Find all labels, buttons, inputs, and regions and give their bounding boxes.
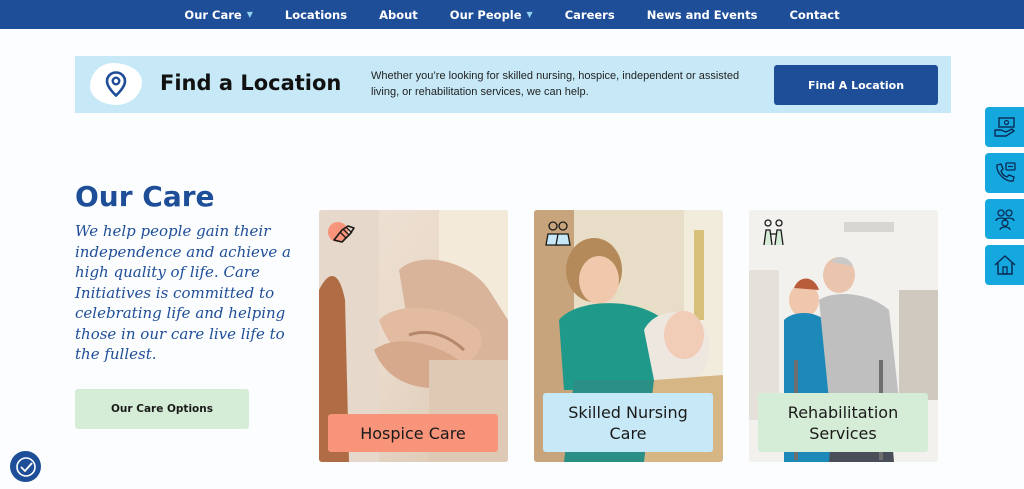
donate-hand-icon <box>993 117 1015 137</box>
find-location-banner: Find a Location Whether you’re looking f… <box>75 56 951 113</box>
card-label: Hospice Care <box>328 414 498 452</box>
card-rehabilitation-services[interactable]: Rehabilitation Services <box>749 210 938 462</box>
find-location-title: Find a Location <box>160 71 342 95</box>
nav-item-our-care[interactable]: Our Care ▼ <box>168 8 268 22</box>
nav-item-label: Our People <box>449 7 522 22</box>
chevron-down-icon: ▼ <box>246 10 253 19</box>
side-button-people[interactable] <box>985 199 1024 239</box>
people-group-icon <box>994 209 1015 231</box>
side-button-contact[interactable] <box>985 153 1024 193</box>
card-skilled-nursing-care[interactable]: Skilled Nursing Care <box>534 210 723 462</box>
walking-assist-icon <box>763 219 784 246</box>
nurses-icon <box>545 221 571 246</box>
nav-item-locations[interactable]: Locations <box>269 8 363 22</box>
nav-item-label: Careers <box>564 7 615 22</box>
find-location-description: Whether you’re looking for skilled nursi… <box>371 70 740 98</box>
card-label: Skilled Nursing Care <box>543 393 713 452</box>
nav-item-contact[interactable]: Contact <box>773 8 855 22</box>
accessibility-icon <box>15 456 36 477</box>
holding-hands-icon <box>328 222 355 243</box>
nav-item-careers[interactable]: Careers <box>549 8 631 22</box>
chevron-down-icon: ▼ <box>526 10 533 19</box>
card-label: Rehabilitation Services <box>758 393 928 452</box>
map-pin-icon <box>105 71 127 97</box>
our-care-heading: Our Care <box>75 180 215 213</box>
find-location-button[interactable]: Find A Location <box>774 65 938 105</box>
home-icon <box>993 255 1016 275</box>
nav-item-our-people[interactable]: Our People ▼ <box>434 8 549 22</box>
nav-item-label: Contact <box>789 7 840 22</box>
card-hospice-care[interactable]: Hospice Care <box>319 210 508 462</box>
nav-item-label: News and Events <box>646 7 758 22</box>
our-care-description: We help people gain their independence a… <box>75 222 291 363</box>
top-navigation: Our Care ▼ Locations About Our People ▼ … <box>0 0 1024 29</box>
nav-item-label: Our Care <box>184 7 242 22</box>
nav-item-news-and-events[interactable]: News and Events <box>631 8 774 22</box>
nav-item-label: Locations <box>284 7 348 22</box>
accessibility-button[interactable] <box>10 451 41 482</box>
nav-item-label: About <box>379 7 418 22</box>
map-pin-badge <box>90 63 142 105</box>
side-button-donate[interactable] <box>985 107 1024 147</box>
side-button-home[interactable] <box>985 245 1024 285</box>
phone-chat-icon <box>995 162 1016 182</box>
our-care-options-button[interactable]: Our Care Options <box>75 389 249 429</box>
nav-item-about[interactable]: About <box>363 8 434 22</box>
